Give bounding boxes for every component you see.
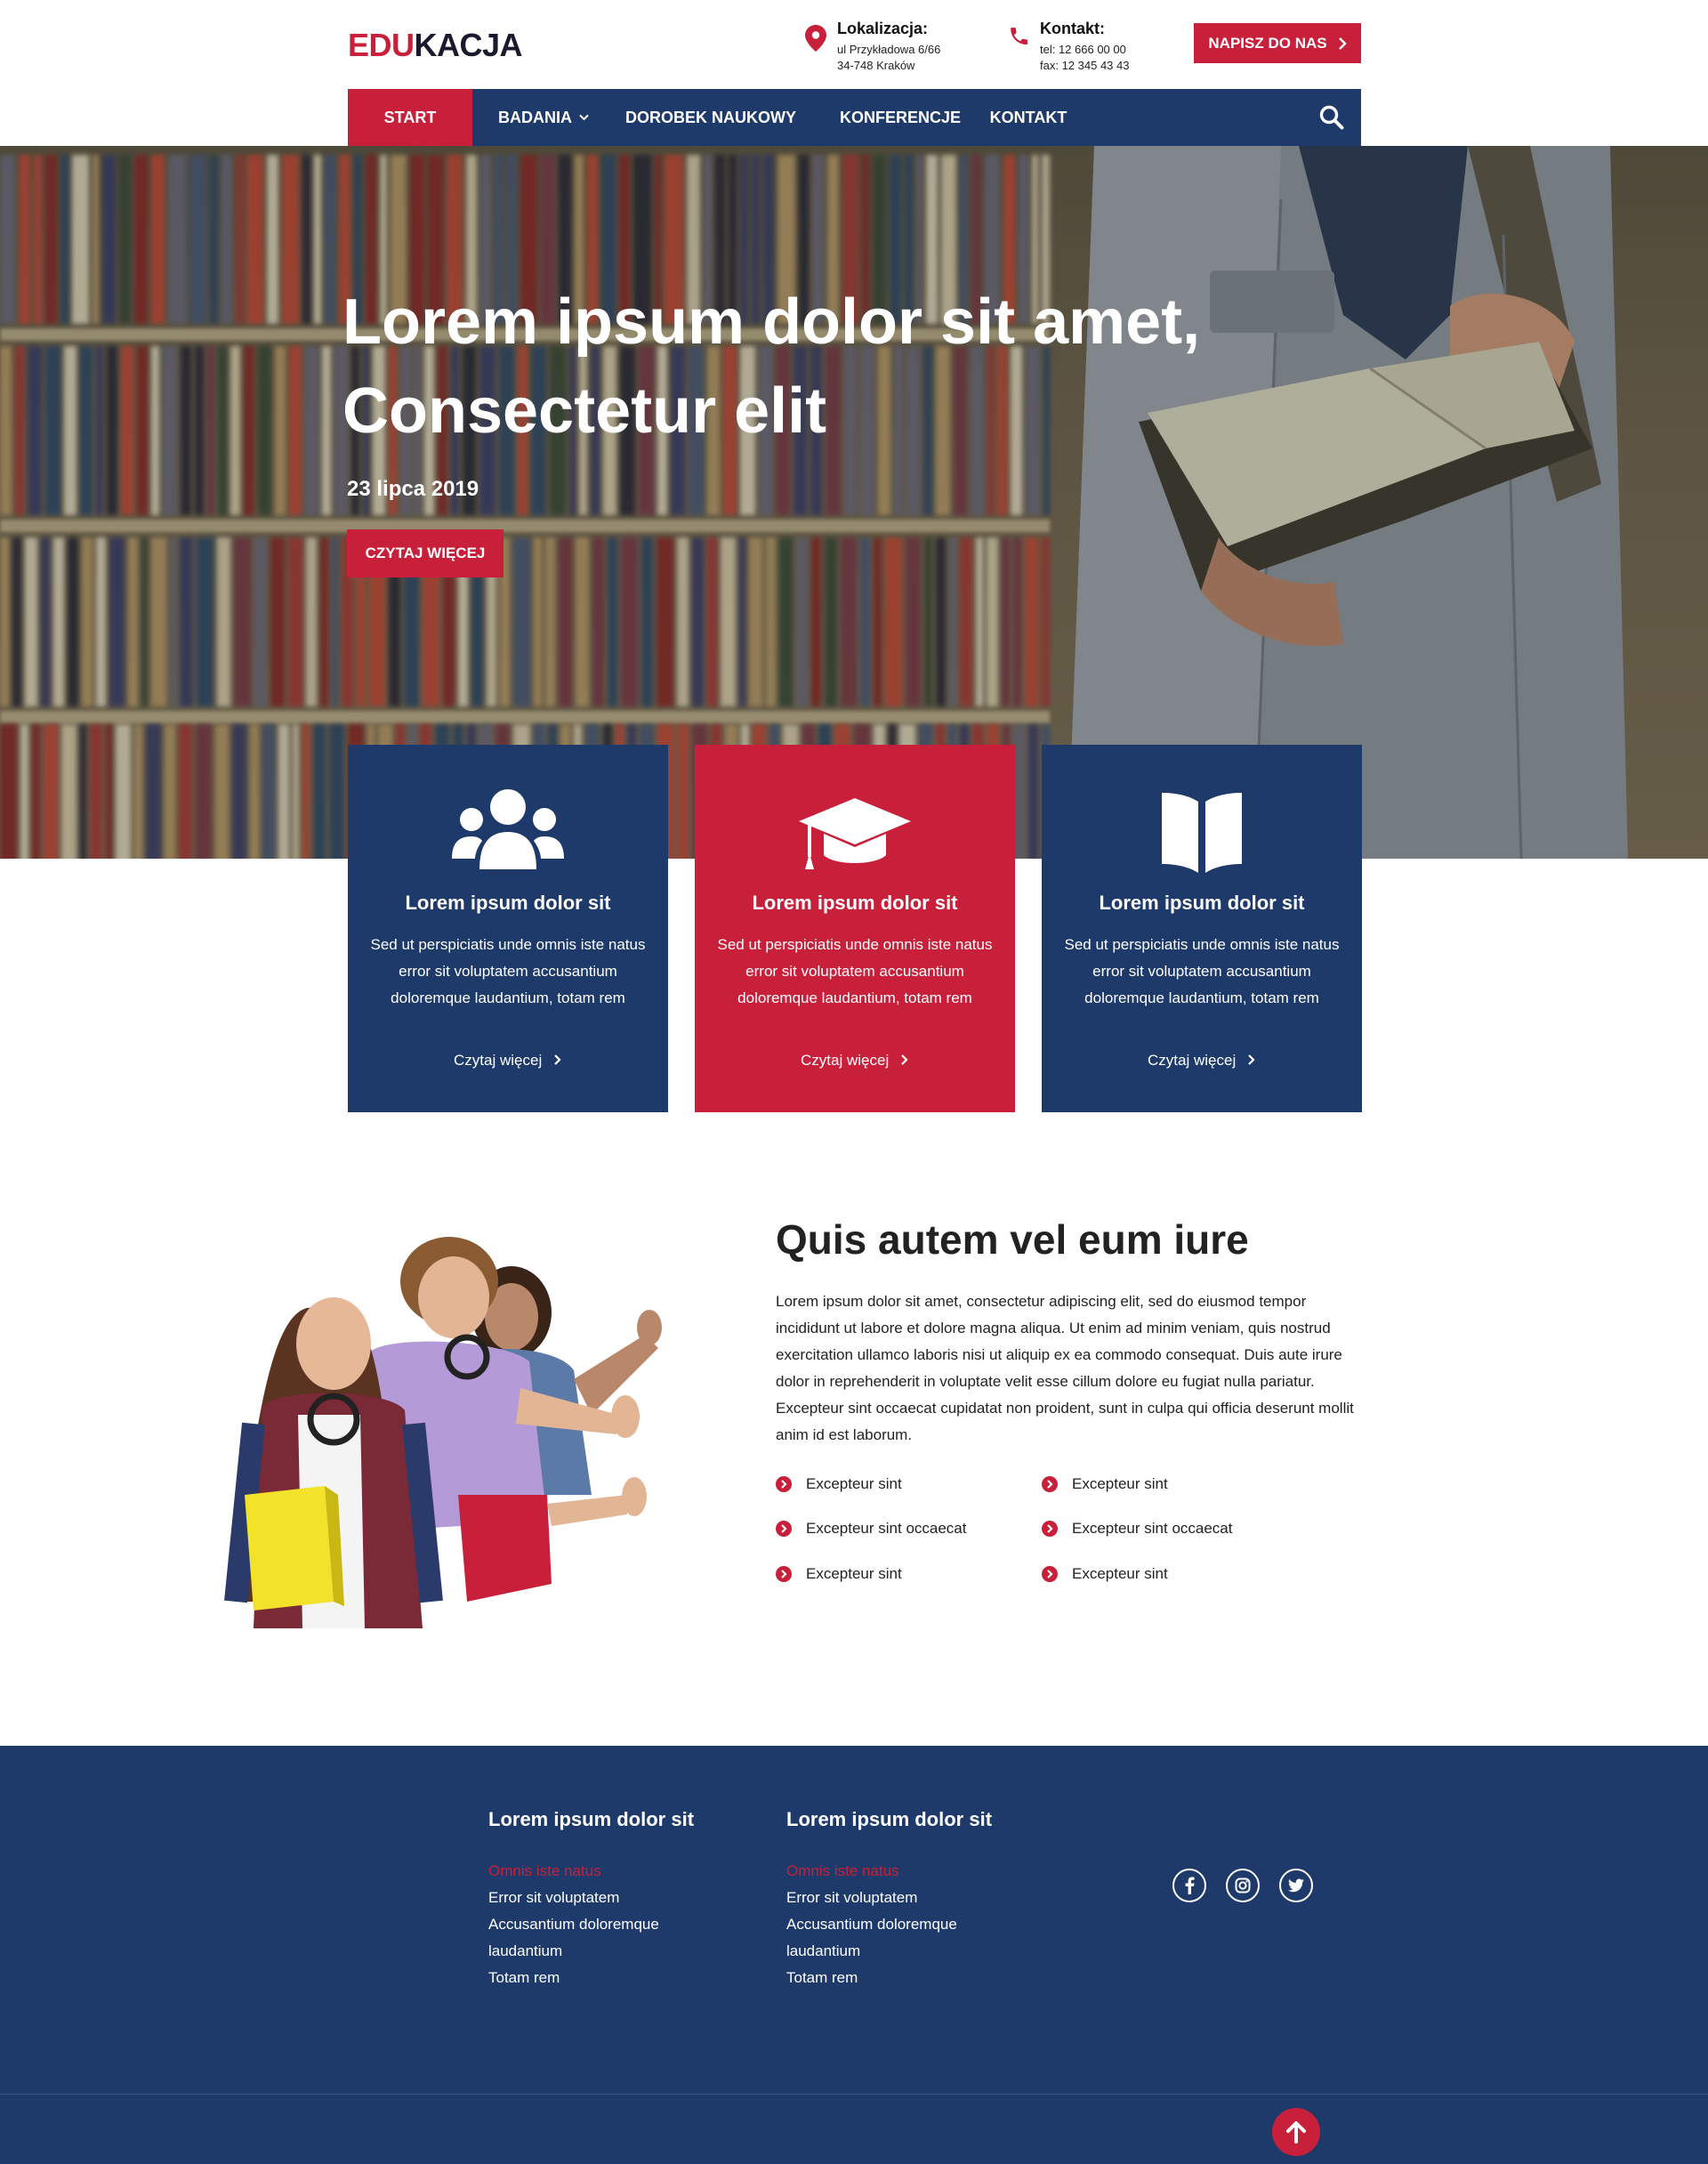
footer-link[interactable]: Accusantium doloremque — [786, 1911, 992, 1938]
footer-link[interactable]: Error sit voluptatem — [488, 1885, 694, 1911]
feature-list-item: Excepteur sint — [1042, 1565, 1168, 1583]
nav-item-kontakt[interactable]: KONTAKT — [979, 89, 1077, 146]
graduation-cap-icon — [799, 798, 911, 869]
card-read-more-link[interactable]: Czytaj więcej — [1042, 1052, 1362, 1070]
card-title: Lorem ipsum dolor sit — [405, 892, 611, 914]
main-nav: START BADANIA DOROBEK NAUKOWY KONFERENCJ… — [348, 89, 1361, 146]
feature-list-label: Excepteur sint — [1072, 1475, 1168, 1492]
nav-item-label: START — [383, 108, 437, 126]
chevron-circle-icon — [1042, 1476, 1058, 1492]
write-to-us-label: NAPISZ DO NAS — [1208, 34, 1327, 52]
footer-link[interactable]: Accusantium doloremque — [488, 1911, 694, 1938]
chevron-circle-icon — [776, 1476, 792, 1492]
location-city: 34-748 Kraków — [837, 59, 915, 72]
write-to-us-button[interactable]: NAPISZ DO NAS — [1194, 23, 1361, 63]
footer-link[interactable]: laudantium — [786, 1938, 992, 1965]
feature-list-item: Excepteur sint — [776, 1565, 902, 1583]
footer-link[interactable]: Omnis iste natus — [488, 1858, 694, 1885]
feature-list-label: Excepteur sint — [1072, 1565, 1168, 1582]
facebook-glyph — [1185, 1877, 1195, 1894]
chevron-circle-icon — [776, 1566, 792, 1582]
contact-phone: tel: 12 666 00 00 — [1040, 43, 1126, 56]
feature-card-1: Lorem ipsum dolor sit Sed ut perspiciati… — [348, 745, 668, 1112]
card-text: Sed ut perspiciatis unde omnis iste natu… — [370, 936, 646, 1006]
scroll-to-top-button[interactable] — [1272, 2108, 1320, 2156]
phone-icon — [1011, 28, 1028, 45]
nav-item-label: DOROBEK NAUKOWY — [625, 108, 796, 126]
map-pin-icon — [805, 25, 826, 52]
about-title: Quis autem vel eum iure — [776, 1216, 1249, 1263]
location-title: Lokalizacja: — [837, 20, 929, 37]
chevron-right-icon — [554, 1054, 561, 1065]
location-street: ul Przykładowa 6/66 — [837, 43, 941, 56]
users-icon — [452, 789, 564, 869]
twitter-glyph — [1288, 1878, 1304, 1893]
footer-column-2: Lorem ipsum dolor sit Omnis iste natus E… — [786, 1808, 992, 1991]
card-text: Sed ut perspiciatis unde omnis iste natu… — [1064, 936, 1340, 1006]
card-read-more-link[interactable]: Czytaj więcej — [695, 1052, 1015, 1070]
feature-list-item: Excepteur sint occaecat — [776, 1520, 966, 1538]
hero-title: Lorem ipsum dolor sit amet, Consectetur … — [342, 278, 1232, 456]
about-text: Lorem ipsum dolor sit amet, consectetur … — [776, 1293, 1354, 1443]
card-link-label: Czytaj więcej — [454, 1052, 543, 1069]
nav-item-badania[interactable]: BADANIA — [472, 89, 615, 146]
arrow-up-icon — [1286, 2121, 1306, 2144]
feature-list-label: Excepteur sint occaecat — [1072, 1520, 1233, 1537]
feature-card-3: Lorem ipsum dolor sit Sed ut perspiciati… — [1042, 745, 1362, 1112]
footer-link[interactable]: Totam rem — [786, 1965, 992, 1991]
card-title: Lorem ipsum dolor sit — [752, 892, 958, 914]
card-title: Lorem ipsum dolor sit — [1099, 892, 1305, 914]
logo-part-edu: EDU — [348, 27, 415, 63]
nav-item-start[interactable]: START — [348, 89, 472, 146]
feature-list-label: Excepteur sint — [806, 1565, 902, 1582]
card-link-label: Czytaj więcej — [1148, 1052, 1237, 1069]
card-link-label: Czytaj więcej — [801, 1052, 890, 1069]
hero-title-line2: Consectetur elit — [342, 375, 827, 447]
chevron-circle-icon — [776, 1521, 792, 1537]
feature-list-item: Excepteur sint — [776, 1475, 902, 1493]
footer-divider — [0, 2094, 1708, 2095]
card-read-more-link[interactable]: Czytaj więcej — [348, 1052, 668, 1070]
nav-item-konferencje[interactable]: KONFERENCJE — [831, 89, 970, 146]
logo-part-kacja: KACJA — [414, 27, 523, 63]
hero-title-line1: Lorem ipsum dolor sit amet, — [342, 287, 1201, 358]
twitter-icon[interactable] — [1279, 1869, 1313, 1902]
nav-item-label: KONFERENCJE — [839, 108, 962, 126]
feature-list-item: Excepteur sint occaecat — [1042, 1520, 1232, 1538]
feature-list-label: Excepteur sint — [806, 1475, 902, 1492]
footer-link[interactable]: Omnis iste natus — [786, 1858, 992, 1885]
footer-link[interactable]: Totam rem — [488, 1965, 694, 1991]
nav-item-dorobek-naukowy[interactable]: DOROBEK NAUKOWY — [615, 89, 807, 146]
contact-fax: fax: 12 345 43 43 — [1040, 59, 1130, 72]
contact-title: Kontakt: — [1040, 20, 1105, 37]
instagram-icon[interactable] — [1226, 1869, 1260, 1902]
footer-column-title: Lorem ipsum dolor sit — [488, 1808, 695, 1830]
chevron-right-icon — [1248, 1054, 1255, 1065]
students-thumbs-up-image — [224, 1237, 662, 1628]
site-logo[interactable]: EDUKACJA — [348, 27, 523, 64]
open-book-icon — [1162, 793, 1242, 873]
nav-item-label: BADANIA — [498, 108, 572, 126]
facebook-icon[interactable] — [1172, 1869, 1206, 1902]
site-header: EDUKACJA Lokalizacja: ul Przykładowa 6/6… — [0, 0, 1708, 89]
chevron-circle-icon — [1042, 1521, 1058, 1537]
chevron-right-icon — [901, 1054, 908, 1065]
feature-list-item: Excepteur sint — [1042, 1475, 1168, 1493]
footer-link[interactable]: laudantium — [488, 1938, 694, 1965]
footer-link[interactable]: Error sit voluptatem — [786, 1885, 992, 1911]
nav-item-label: KONTAKT — [989, 108, 1068, 126]
card-text: Sed ut perspiciatis unde omnis iste natu… — [717, 936, 993, 1006]
footer-column-title: Lorem ipsum dolor sit — [786, 1808, 993, 1830]
chevron-right-icon — [1338, 36, 1347, 50]
footer-column-1: Lorem ipsum dolor sit Omnis iste natus E… — [488, 1808, 694, 1991]
feature-list-label: Excepteur sint occaecat — [806, 1520, 967, 1537]
read-more-button[interactable]: CZYTAJ WIĘCEJ — [347, 529, 504, 577]
chevron-circle-icon — [1042, 1566, 1058, 1582]
chevron-down-icon — [579, 114, 589, 121]
instagram-glyph — [1235, 1877, 1251, 1894]
site-footer: Lorem ipsum dolor sit Omnis iste natus E… — [0, 1746, 1708, 2164]
search-icon[interactable] — [1318, 104, 1345, 131]
feature-card-2: Lorem ipsum dolor sit Sed ut perspiciati… — [695, 745, 1015, 1112]
hero-date: 23 lipca 2019 — [347, 477, 479, 501]
